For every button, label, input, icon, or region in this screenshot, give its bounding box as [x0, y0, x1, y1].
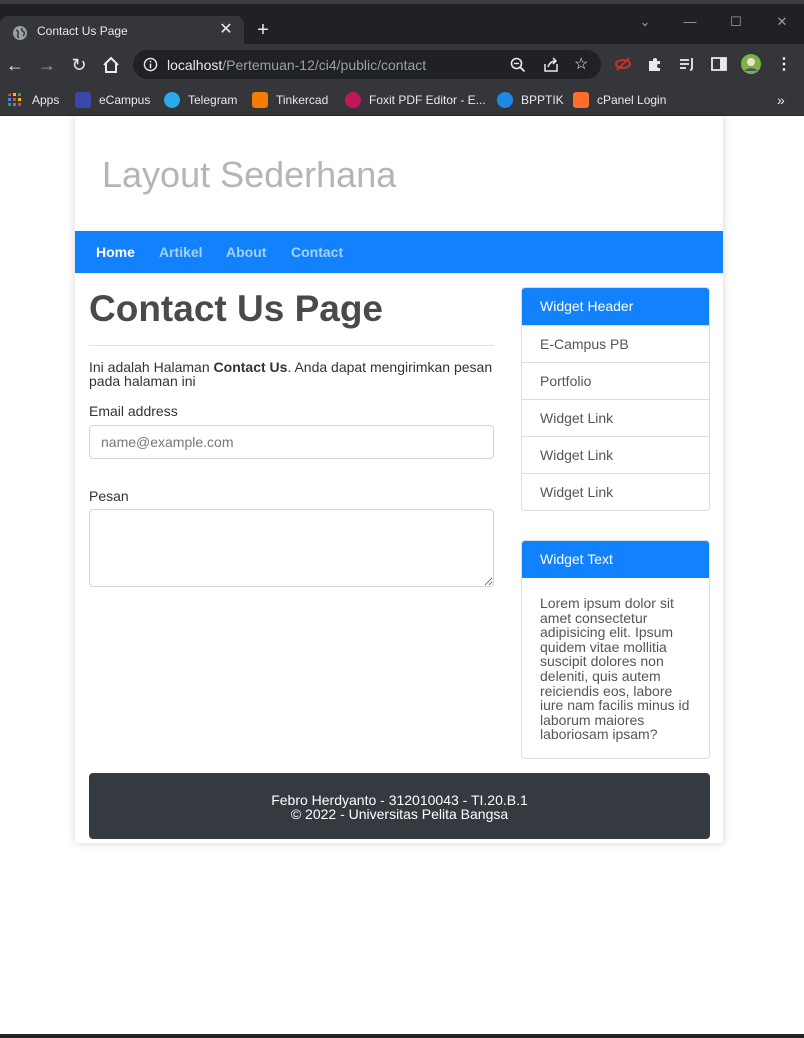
bookmark-ecampus[interactable]: eCampus [75, 90, 150, 110]
back-icon[interactable]: ← [5, 55, 25, 75]
message-label: Pesan [89, 488, 129, 504]
intro-text: Ini adalah Halaman Contact Us. Anda dapa… [89, 360, 494, 388]
bookmark-apps[interactable]: Apps [8, 90, 59, 110]
eye-off-extension-icon[interactable] [614, 55, 632, 73]
widget-header: Widget Header [522, 288, 709, 325]
foxit-icon [345, 92, 361, 108]
reload-icon[interactable]: ↻ [69, 55, 89, 75]
page-heading: Contact Us Page [89, 288, 384, 329]
address-bar[interactable]: localhost/Pertemuan-12/ci4/public/contac… [133, 50, 601, 79]
page-footer: Febro Herdyanto - 312010043 - TI.20.B.1 … [89, 773, 710, 839]
home-icon[interactable] [101, 55, 121, 75]
maximize-icon[interactable]: ☐ [728, 14, 744, 30]
intro-text-bold: Contact Us [213, 359, 288, 375]
bookmark-telegram[interactable]: Telegram [164, 90, 237, 110]
bookmarks-overflow-button[interactable]: » [777, 90, 785, 110]
taskbar-edge [0, 1034, 804, 1038]
nav-home[interactable]: Home [96, 244, 135, 260]
widget-text-body: Lorem ipsum dolor sit amet consectetur a… [540, 595, 690, 743]
zoom-icon[interactable] [509, 56, 527, 74]
bpptik-icon [497, 92, 513, 108]
page-container: Layout Sederhana Home Artikel About Cont… [75, 116, 723, 843]
bookmark-tinkercad[interactable]: Tinkercad [252, 90, 328, 110]
bookmark-label: eCampus [99, 93, 151, 107]
globe-icon [13, 26, 27, 40]
close-tab-icon[interactable]: ✕ [217, 21, 235, 39]
telegram-icon [164, 92, 180, 108]
browser-titlebar: Contact Us Page ✕ + ⌄ — ☐ ✕ [0, 0, 804, 48]
tab-search-icon[interactable]: ⌄ [637, 14, 653, 30]
side-panel-icon[interactable] [710, 55, 728, 73]
nav-contact[interactable]: Contact [291, 244, 343, 260]
bookmark-label: Tinkercad [276, 93, 329, 107]
main-nav: Home Artikel About Contact [75, 231, 723, 273]
new-tab-button[interactable]: + [254, 20, 272, 40]
url-host: localhost [167, 57, 223, 73]
email-field[interactable] [89, 425, 494, 459]
site-title: Layout Sederhana [102, 154, 397, 195]
divider [89, 345, 494, 346]
bookmark-label: Apps [32, 93, 60, 107]
bookmark-label: Foxit PDF Editor - E... [369, 93, 486, 107]
bookmark-cpanel[interactable]: cPanel Login [573, 90, 666, 110]
bookmark-label: BPPTIK [521, 93, 564, 107]
widget-link-ecampus[interactable]: E-Campus PB [522, 325, 709, 362]
footer-line-1: Febro Herdyanto - 312010043 - TI.20.B.1 [271, 792, 528, 808]
reading-list-icon[interactable] [678, 55, 696, 73]
forward-icon[interactable]: → [37, 55, 57, 75]
widget-link-portfolio[interactable]: Portfolio [522, 362, 709, 399]
nav-artikel[interactable]: Artikel [159, 244, 203, 260]
bookmark-label: Telegram [188, 93, 238, 107]
bookmarks-bar: Apps eCampus Telegram Tinkercad Foxit PD… [0, 85, 804, 116]
browser-toolbar: ← → ↻ localhost/Pertemuan-12/ci4/public/… [0, 44, 804, 85]
message-textarea[interactable] [89, 509, 494, 587]
bookmark-bpptik[interactable]: BPPTIK [497, 90, 564, 110]
star-icon[interactable]: ☆ [574, 56, 592, 74]
menu-kebab-icon[interactable]: ⋮ [774, 55, 794, 75]
puzzle-extension-icon[interactable] [646, 55, 664, 73]
ecampus-icon [75, 92, 91, 108]
cpanel-icon [573, 92, 589, 108]
tinkercad-icon [252, 92, 268, 108]
email-label: Email address [89, 403, 178, 419]
widget-link[interactable]: Widget Link [522, 399, 709, 436]
footer-line-2: © 2022 - Universitas Pelita Bangsa [290, 806, 509, 822]
widget-link[interactable]: Widget Link [522, 436, 709, 473]
apps-grid-icon [8, 93, 21, 106]
url-path: /Pertemuan-12/ci4/public/contact [222, 57, 427, 73]
url-text: localhost/Pertemuan-12/ci4/public/contac… [167, 57, 426, 73]
share-icon[interactable] [542, 56, 560, 74]
bookmark-foxit[interactable]: Foxit PDF Editor - E... [345, 90, 486, 110]
bookmark-label: cPanel Login [597, 93, 667, 107]
widget-text: Widget Text Lorem ipsum dolor sit amet c… [521, 540, 710, 759]
widget-links: Widget Header E-Campus PB Portfolio Widg… [521, 287, 710, 511]
widget-text-header: Widget Text [522, 541, 709, 578]
minimize-icon[interactable]: — [682, 14, 698, 30]
nav-about[interactable]: About [226, 244, 266, 260]
widget-link[interactable]: Widget Link [522, 473, 709, 510]
window-close-icon[interactable]: ✕ [774, 14, 790, 30]
site-info-icon[interactable] [143, 57, 158, 72]
profile-avatar-icon[interactable] [741, 54, 761, 74]
tab-title: Contact Us Page [37, 24, 128, 38]
